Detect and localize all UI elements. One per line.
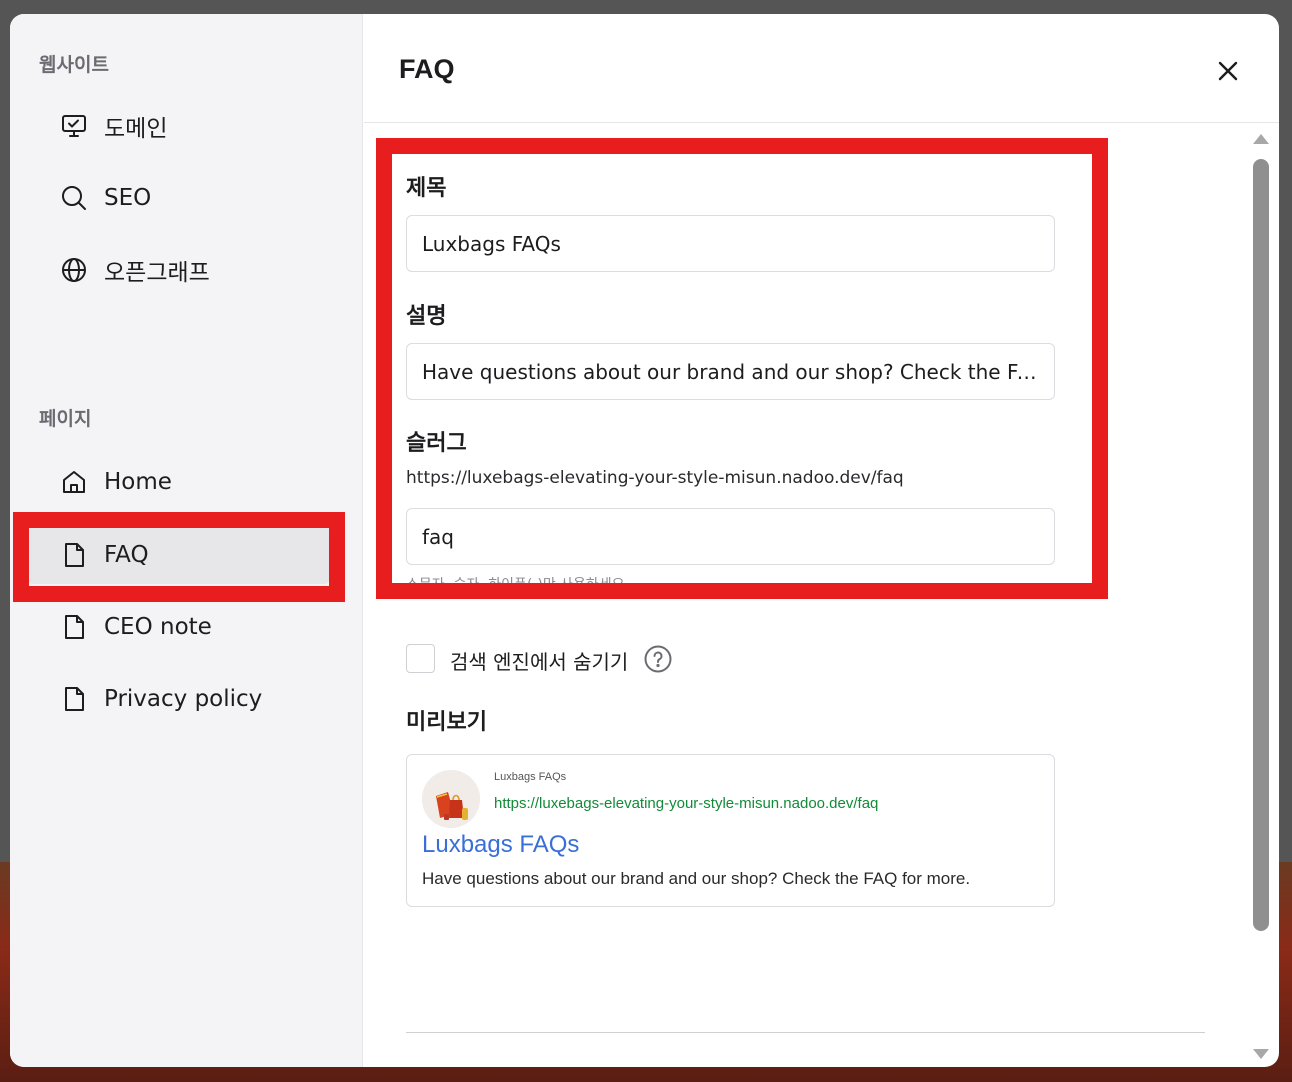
settings-modal: 웹사이트 도메인 SEO 오픈그래프 페이지 Home FAQ CEO note… xyxy=(10,14,1279,1067)
sidebar-item-label: Privacy policy xyxy=(104,686,263,712)
header: FAQ xyxy=(364,14,1279,123)
scroll-down-arrow-icon[interactable] xyxy=(1253,1049,1269,1059)
sidebar-item-label: CEO note xyxy=(104,614,212,640)
preview-description: Have questions about our brand and our s… xyxy=(422,869,971,888)
sidebar-item-label: 오픈그래프 xyxy=(104,260,210,286)
sidebar-item-label: Home xyxy=(104,469,172,495)
preview-title: 미리보기 xyxy=(406,710,487,735)
website-section-title: 웹사이트 xyxy=(39,54,109,76)
sidebar-item-label: 도메인 xyxy=(104,116,168,142)
hide-search-label: 검색 엔진에서 숨기기 xyxy=(450,650,629,674)
preview-site-name: Luxbags FAQs xyxy=(494,771,567,783)
sidebar: 웹사이트 도메인 SEO 오픈그래프 페이지 Home FAQ CEO note… xyxy=(10,14,363,1067)
preview-url: https://luxebags-elevating-your-style-mi… xyxy=(494,795,879,812)
sidebar-item-label: SEO xyxy=(104,185,152,211)
close-icon xyxy=(1218,61,1238,81)
file-icon xyxy=(60,685,88,713)
scrollbar[interactable] xyxy=(1251,134,1271,1059)
close-button[interactable] xyxy=(1215,58,1241,84)
highlight-box xyxy=(376,138,1108,599)
preview-link-title[interactable]: Luxbags FAQs xyxy=(422,831,579,859)
search-preview-card: Luxbags FAQs https://luxebags-elevating-… xyxy=(406,754,1055,907)
sidebar-item-home[interactable]: Home xyxy=(28,453,329,511)
divider xyxy=(406,1032,1205,1033)
search-icon xyxy=(60,184,88,212)
home-icon xyxy=(60,468,88,496)
scroll-thumb[interactable] xyxy=(1253,159,1269,931)
page-title: FAQ xyxy=(399,54,455,84)
sidebar-item-opengraph[interactable]: 오픈그래프 xyxy=(28,241,329,299)
file-icon xyxy=(60,613,88,641)
scroll-up-arrow-icon[interactable] xyxy=(1253,134,1269,144)
monitor-check-icon xyxy=(60,112,88,140)
hide-search-checkbox[interactable] xyxy=(406,644,435,673)
sidebar-item-ceo-note[interactable]: CEO note xyxy=(28,598,329,656)
pages-section-title: 페이지 xyxy=(39,408,92,430)
main-panel: FAQ 제목 Luxbags FAQs 설명 Have questions ab… xyxy=(364,14,1279,1067)
sidebar-item-privacy-policy[interactable]: Privacy policy xyxy=(28,670,329,728)
sidebar-item-domain[interactable]: 도메인 xyxy=(28,97,329,155)
help-icon[interactable] xyxy=(643,644,673,674)
highlight-box xyxy=(13,512,345,602)
globe-icon xyxy=(60,256,88,284)
preview-thumbnail xyxy=(422,770,480,828)
sidebar-item-seo[interactable]: SEO xyxy=(28,169,329,227)
